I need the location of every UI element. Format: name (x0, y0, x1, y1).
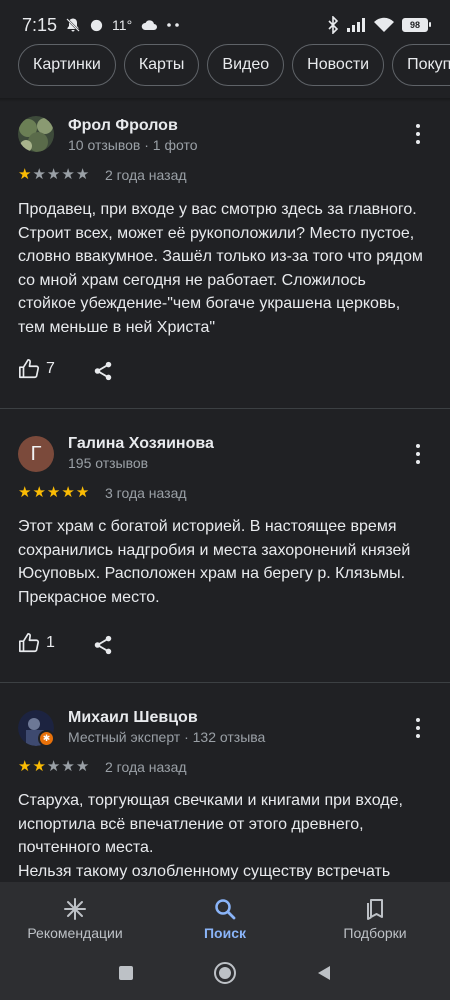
star-icon: ★ (18, 166, 32, 183)
star-rating: ★ ★ ★ ★ ★ (18, 485, 89, 501)
header-shadow (0, 98, 450, 102)
star-icon: ★ (18, 758, 32, 775)
home-icon[interactable] (213, 961, 237, 985)
more-options-icon[interactable] (408, 122, 428, 146)
chip-maps[interactable]: Карты (123, 44, 200, 86)
search-icon (215, 899, 236, 920)
nav-collections[interactable]: Подборки (305, 897, 445, 941)
weather-cloud-icon (90, 19, 103, 31)
reviewer-meta: 195 отзывов (68, 455, 149, 471)
chip-news[interactable]: Новости (292, 44, 385, 86)
cellular-signal-icon (347, 18, 365, 32)
star-icon: ★ (46, 484, 61, 501)
nav-label: Рекомендации (27, 925, 123, 941)
chip-video[interactable]: Видео (207, 44, 285, 86)
filter-chips: Картинки Карты Видео Новости Покупки (0, 44, 450, 96)
divider (0, 408, 450, 409)
reviewer-name[interactable]: Михаил Шевцов (68, 709, 198, 727)
bottom-navigation: Рекомендации Поиск Подборки (0, 882, 450, 956)
system-navigation-bar (0, 946, 450, 1000)
star-icon: ★ (75, 758, 90, 775)
star-icon: ★ (32, 758, 46, 775)
more-dots-icon (167, 23, 179, 27)
like-button[interactable]: 7 (18, 358, 55, 380)
star-icon: ★ (32, 166, 46, 183)
status-temperature: 11° (112, 17, 133, 33)
divider (0, 682, 450, 683)
review-date: 3 года назад (105, 485, 187, 501)
star-icon: ★ (75, 484, 90, 501)
more-options-icon[interactable] (408, 442, 428, 466)
more-options-icon[interactable] (408, 716, 428, 740)
avatar[interactable]: Г (18, 436, 54, 472)
cloud-icon (141, 20, 158, 30)
reviewer-name[interactable]: Фрол Фролов (68, 117, 178, 135)
chip-images[interactable]: Картинки (18, 44, 116, 86)
battery-indicator: 98 (402, 18, 431, 32)
star-icon: ★ (61, 166, 75, 183)
reviewer-name[interactable]: Галина Хозяинова (68, 435, 214, 453)
review-date: 2 года назад (105, 759, 187, 775)
star-icon: ★ (46, 166, 61, 183)
status-time: 7:15 (22, 14, 58, 35)
thumb-up-icon (19, 359, 39, 379)
avatar[interactable]: ✱ (18, 710, 55, 747)
nav-search[interactable]: Поиск (155, 897, 295, 941)
review-date: 2 года назад (105, 167, 187, 183)
status-bar: 7:15 11° 98 (0, 0, 450, 50)
star-icon: ★ (46, 758, 61, 775)
review-text: Старуха, торгующая свечками и книгами пр… (18, 792, 403, 880)
like-button[interactable]: 1 (18, 632, 55, 654)
wifi-icon (374, 17, 394, 32)
review-text: Продавец, при входе у вас смотрю здесь з… (18, 201, 423, 336)
share-icon[interactable] (92, 360, 114, 382)
star-icon: ★ (61, 758, 75, 775)
nav-recommendations[interactable]: Рекомендации (5, 897, 145, 941)
avatar[interactable] (18, 116, 54, 152)
star-icon: ★ (61, 484, 75, 501)
star-icon: ★ (18, 484, 32, 501)
bluetooth-icon (328, 16, 339, 34)
reviewer-meta: 10 отзывов · 1 фото (68, 137, 198, 153)
nav-label: Подборки (343, 925, 407, 941)
share-icon[interactable] (92, 634, 114, 656)
star-icon: ★ (75, 166, 90, 183)
mute-bell-icon (66, 18, 80, 32)
chip-shopping[interactable]: Покупки (392, 44, 450, 86)
recent-apps-icon[interactable] (117, 964, 135, 982)
back-icon[interactable] (315, 964, 333, 982)
collections-icon (367, 899, 383, 920)
star-rating: ★ ★ ★ ★ ★ (18, 759, 89, 775)
like-count: 7 (46, 360, 55, 377)
nav-label: Поиск (203, 925, 246, 941)
thumb-up-icon (19, 633, 39, 653)
asterisk-icon (64, 898, 86, 920)
reviewer-meta: Местный эксперт · 132 отзыва (68, 729, 266, 745)
review-text: Этот храм с богатой историей. В настояще… (18, 518, 411, 606)
like-count: 1 (46, 634, 55, 651)
star-icon: ★ (32, 484, 46, 501)
star-rating: ★ ★ ★ ★ ★ (18, 167, 89, 183)
local-guide-badge-icon: ✱ (38, 730, 55, 747)
